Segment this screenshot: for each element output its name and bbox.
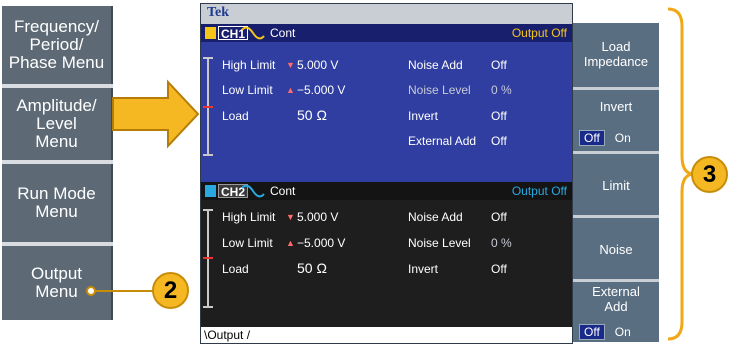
sine-wave-icon [241,184,265,198]
ch2-low-limit-marker: ▲ [286,238,295,248]
frequency-period-phase-menu-button[interactable]: Frequency/ Period/ Phase Menu [2,6,113,84]
ch2-high-limit-marker: ▼ [286,212,295,222]
ch1-high-limit-marker: ▼ [286,60,295,70]
ch2-invert-value: Off [491,262,507,276]
ch1-external-add-value: Off [491,134,507,148]
ch1-invert-value: Off [491,109,507,123]
ch1-low-limit-marker: ▲ [286,85,295,95]
instrument-screen: Tek CH1 Cont Output Off High Limit ▼ 5.0… [200,3,573,344]
invert-off-option[interactable]: Off [579,130,605,146]
scale-top-tick [203,209,213,211]
scale-marker [203,257,213,259]
tek-logo: Tek [207,5,230,20]
softkey-label: Limit [602,178,630,193]
ch1-high-limit-value: 5.000 V [297,58,339,72]
ch1-low-limit-value: −5.000 V [297,83,346,97]
softkey-label: Load Impedance [583,39,649,69]
load-impedance-softkey[interactable]: Load Impedance [573,23,659,90]
ch2-output-status: Output Off [511,184,567,198]
output-menu-tab[interactable]: \Output / [204,328,250,342]
ch2-noise-add-label: Noise Add [408,210,463,224]
scale-top-tick [203,57,213,59]
callout-leader-line [86,286,153,296]
ch2-noise-add-value: Off [491,210,507,224]
ch1-high-limit-label: High Limit [222,58,276,72]
channel-2-header: CH2 Cont Output Off [201,182,572,200]
channel-1-header: CH1 Cont Output Off [201,24,572,42]
ch1-output-status: Output Off [511,26,567,40]
ch1-load-label: Load [222,109,249,123]
amplitude-level-menu-button[interactable]: Amplitude/ Level Menu [2,88,113,160]
ch1-noise-level-value: 0 % [491,83,512,97]
ch1-noise-level-label: Noise Level [408,83,471,97]
invert-softkey[interactable]: Invert Off On [573,90,659,154]
ch1-invert-label: Invert [408,109,439,123]
external-add-on-option[interactable]: On [615,325,631,339]
limit-softkey[interactable]: Limit [573,154,659,218]
ch2-invert-label: Invert [408,262,439,276]
noise-softkey[interactable]: Noise [573,218,659,282]
callout-2-badge: 2 [152,272,189,309]
ch2-high-limit-value: 5.000 V [297,210,339,224]
invert-on-option[interactable]: On [615,131,631,145]
screen-topbar: Tek [201,4,572,24]
ch1-load-value: 50 Ω [297,107,327,123]
ch1-run-mode: Cont [270,26,296,40]
ch2-load-value: 50 Ω [297,260,327,276]
ch1-noise-add-value: Off [491,58,507,72]
channel-2-panel: CH2 Cont Output Off High Limit ▼ 5.000 V… [201,182,572,327]
scale-marker [203,106,213,108]
ch2-color-swatch [205,185,216,197]
channel-1-panel: CH1 Cont Output Off High Limit ▼ 5.000 V… [201,24,572,182]
ch1-low-limit-label: Low Limit [222,83,273,97]
run-mode-menu-button[interactable]: Run Mode Menu [2,164,113,242]
ch1-color-swatch [205,27,216,39]
softkey-label: Invert [599,99,633,114]
ch2-low-limit-value: −5.000 V [297,236,346,250]
ch2-noise-level-label: Noise Level [408,236,471,250]
ch2-load-label: Load [222,262,249,276]
softkey-label: Noise [599,242,633,257]
menu-tab-bar: \Output / [201,327,572,343]
softkey-label: External Add [592,284,640,314]
invert-toggle[interactable]: Off On [579,130,631,146]
scale-bottom-tick [203,154,213,156]
external-add-softkey[interactable]: External Add Off On [573,282,659,342]
ch1-external-add-label: External Add [408,134,477,148]
callout-3-badge: 3 [691,156,728,193]
external-add-toggle[interactable]: Off On [579,324,631,340]
ch2-high-limit-label: High Limit [222,210,276,224]
sine-wave-icon [241,26,265,40]
ch2-noise-level-value: 0 % [491,236,512,250]
external-add-off-option[interactable]: Off [579,324,605,340]
ch1-noise-add-label: Noise Add [408,58,463,72]
ch2-run-mode: Cont [270,184,296,198]
pointer-arrow-icon [112,79,200,149]
ch2-low-limit-label: Low Limit [222,236,273,250]
scale-bottom-tick [203,306,213,308]
